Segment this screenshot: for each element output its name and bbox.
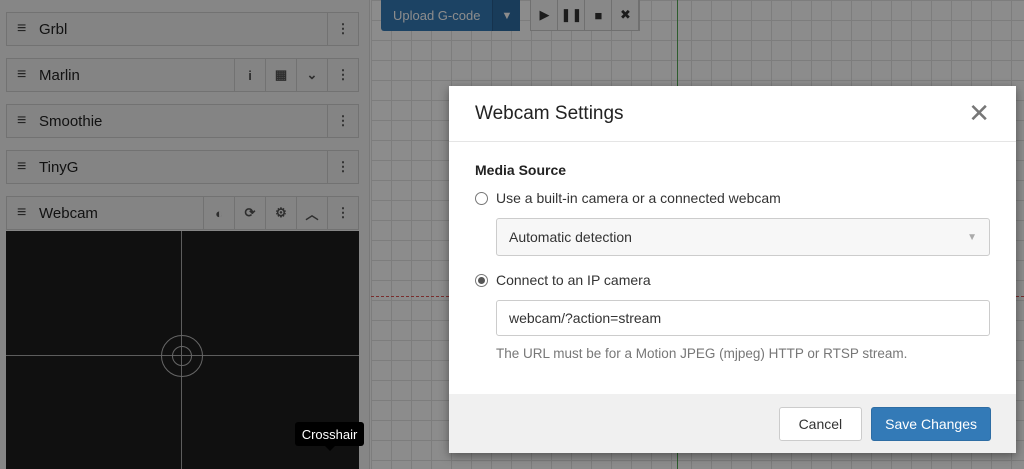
help-text: The URL must be for a Motion JPEG (mjpeg… xyxy=(496,346,908,361)
radio-button-checked[interactable] xyxy=(475,273,488,287)
radio-builtin-camera[interactable]: Use a built-in camera or a connected web… xyxy=(475,188,990,208)
radio-button[interactable] xyxy=(475,191,488,205)
modal-title: Webcam Settings xyxy=(475,102,624,124)
radio-label: Connect to an IP camera xyxy=(496,272,651,288)
crosshair-tooltip: Crosshair xyxy=(295,422,364,451)
device-select[interactable]: Automatic detection ▼ xyxy=(496,218,990,256)
close-icon[interactable]: ✕ xyxy=(968,98,990,129)
caret-down-icon: ▼ xyxy=(967,231,977,243)
radio-ip-camera[interactable]: Connect to an IP camera xyxy=(475,270,990,290)
url-input[interactable]: webcam/?action=stream xyxy=(496,300,990,336)
media-source-label: Media Source xyxy=(475,162,567,178)
webcam-settings-modal: Webcam Settings ✕ Media Source Use a bui… xyxy=(449,86,1016,453)
radio-label: Use a built-in camera or a connected web… xyxy=(496,190,781,206)
device-select-value: Automatic detection xyxy=(509,229,632,245)
cancel-button[interactable]: Cancel xyxy=(778,406,863,441)
save-changes-button[interactable]: Save Changes xyxy=(871,406,991,441)
